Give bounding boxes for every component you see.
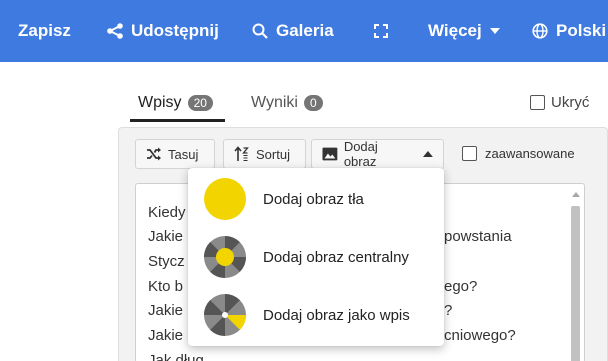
globe-icon [532,23,548,39]
tab-results[interactable]: Wyniki 0 [251,94,323,112]
shuffle-icon [147,147,161,161]
save-button[interactable]: Zapisz [18,0,71,62]
advanced-label: zaawansowane [485,146,575,161]
add-image-button[interactable]: Dodaj obraz [311,139,444,169]
image-icon [322,147,338,161]
entry-line: powstania [444,228,512,245]
language-button[interactable]: Polski [532,0,606,62]
more-menu-button[interactable]: Więcej [428,0,500,62]
more-label: Więcej [428,21,482,40]
entry-line: Jakie [148,228,184,245]
wheel-slice-icon [204,294,246,336]
add-image-label: Dodaj obraz [343,139,378,169]
entry-line: Jakie [148,327,184,344]
hide-label: Ukryć [551,94,590,111]
sort-label: Sortuj [256,146,290,162]
gallery-button[interactable]: Galeria [252,0,334,62]
entry-line: Kiedy [148,204,186,221]
menu-item-label: Dodaj obraz tła [263,190,364,208]
yellow-circle-icon [204,178,246,220]
scroll-up-arrow-icon[interactable] [572,192,580,197]
scroll-thumb[interactable] [571,206,580,361]
hide-toggle[interactable]: Ukryć [530,94,589,111]
share-button[interactable]: Udostępnij [107,0,219,62]
menu-item-label: Dodaj obraz jako wpis [263,306,410,324]
sort-button[interactable]: Sortuj [223,139,306,169]
menu-item-label: Dodaj obraz centralny [263,248,409,266]
entry-line: ? [444,302,453,319]
menu-item-center-image[interactable]: Dodaj obraz centralny [188,228,444,286]
entry-line: Jak dług [148,352,204,361]
tab-entries[interactable]: Wpisy 20 [138,94,213,112]
top-toolbar: Zapisz Udostępnij Galeria Więcej Polski [0,0,608,62]
share-icon [107,23,123,39]
entry-line: Kto b [148,278,184,295]
active-tab-indicator [130,119,225,122]
wheel-center-icon [204,236,246,278]
caret-up-icon [423,151,433,157]
advanced-checkbox[interactable] [462,146,477,161]
share-label: Udostępnij [131,21,219,40]
shuffle-label: Tasuj [168,146,199,162]
search-icon [252,23,268,39]
hide-checkbox[interactable] [530,95,545,110]
tab-results-label: Wyniki [251,94,298,111]
entry-line: Stycz [148,253,185,270]
fullscreen-icon [374,24,388,38]
menu-item-image-as-entry[interactable]: Dodaj obraz jako wpis [188,286,444,344]
caret-down-icon [489,28,500,34]
entry-line: cniowego? [444,327,516,344]
entry-line: Jakie [148,302,184,319]
language-label: Polski [556,21,607,40]
menu-item-background-image[interactable]: Dodaj obraz tła [188,170,444,228]
advanced-toggle[interactable]: zaawansowane [462,146,575,161]
textarea-scrollbar[interactable] [570,186,582,361]
add-image-menu: Dodaj obraz tła Dodaj obraz centralny Do… [188,168,444,346]
gallery-label: Galeria [276,21,334,40]
entries-count-badge: 20 [187,95,213,111]
results-count-badge: 0 [303,95,323,111]
save-label: Zapisz [18,21,71,40]
fullscreen-button[interactable] [373,0,389,62]
tab-entries-label: Wpisy [138,94,182,111]
entry-line: ego? [444,278,478,295]
shuffle-button[interactable]: Tasuj [135,139,215,169]
sort-icon [234,146,249,162]
